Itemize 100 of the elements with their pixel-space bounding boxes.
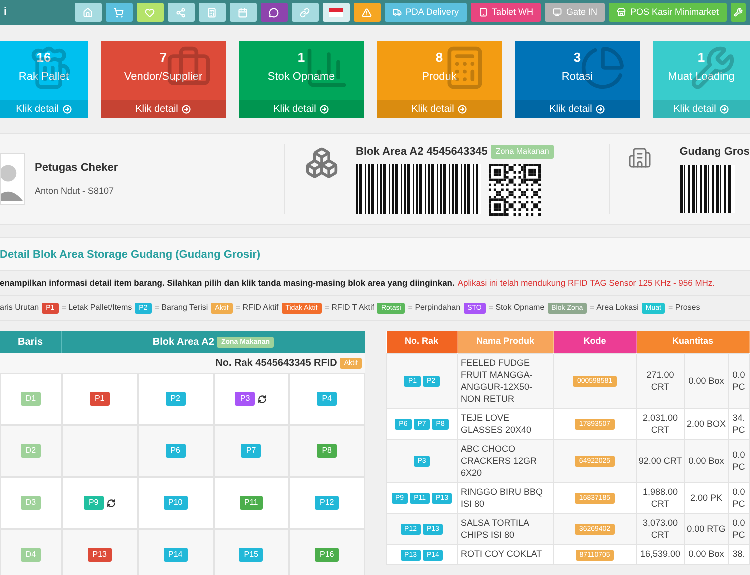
stat-value: 1 (298, 51, 306, 64)
block-title: Blok Area A2 (152, 336, 214, 350)
monitor-icon (553, 8, 562, 17)
product-name: FEELED FUDGE FRUIT MANGGA-ANGGUR-12X50-NON RETUR (458, 353, 554, 408)
toolbar-button[interactable]: PDA Delivery (384, 3, 467, 22)
grid-cell[interactable]: P11 (214, 477, 290, 529)
flag-button[interactable] (322, 3, 350, 22)
quantity-cell: 0.0 PC (728, 439, 750, 482)
stat-card[interactable]: 7 Vendor/Supplier Klik detail (101, 41, 226, 118)
zone-badge: Zona Makanan (490, 145, 554, 160)
description-text: enampilkan informasi detail item barang. Silahkan pilih dan klik tanda masing-masing blok area yang diinginkan. (0, 277, 455, 289)
link-button[interactable] (292, 3, 319, 22)
legend-text: = Proses (668, 302, 700, 314)
detail-link[interactable]: Klik detail (377, 100, 502, 118)
pallet-badge: P6 (166, 444, 186, 458)
grid-cell[interactable]: P13 (62, 529, 138, 575)
legend-text: = Perpindahan (408, 302, 461, 314)
grid-cell[interactable]: P1 (62, 373, 138, 425)
grid-cell[interactable]: P6 (138, 425, 214, 477)
officer-name: Anton Ndut - S8107 (35, 184, 116, 198)
stat-label: Stok Opname (268, 72, 336, 83)
grid-cell[interactable]: P16 (289, 529, 365, 575)
block-title: Blok Area A2 4545643345 (356, 145, 488, 160)
pallet-badge: P8 (317, 444, 338, 458)
quantity-cell: 1,988.00 CRT (636, 482, 684, 513)
notice-text: Aplikasi ini telah mendukung RFID TAG Sensor 125 KHz - 956 MHz. (458, 277, 716, 289)
grid-cell[interactable]: P15 (214, 529, 290, 575)
stat-card[interactable]: 3 Rotasi Klik detail (515, 41, 640, 118)
quantity-cell: 0.0 PC (728, 513, 750, 544)
row-header: Baris (0, 331, 62, 353)
tablet-icon (478, 8, 488, 17)
pallet-badge: P15 (239, 548, 264, 562)
toolbar-button[interactable]: POS Kasir Minimarket (609, 3, 727, 22)
chat-button[interactable] (260, 3, 288, 22)
toolbar-button[interactable]: Tablet WH (470, 3, 542, 22)
calculator-icon (207, 8, 218, 18)
pallet-badge: P14 (164, 548, 188, 562)
heart-icon (145, 8, 156, 18)
detail-link[interactable]: Klik detail (653, 100, 750, 118)
grid-cell[interactable]: P3 (214, 373, 290, 425)
truck-icon (392, 8, 402, 17)
column-header: No. Rak (386, 331, 458, 353)
detail-link[interactable]: Klik detail (0, 100, 88, 118)
quantity-cell: 0.0 PC (728, 482, 750, 513)
grid-cell[interactable]: P7 (214, 425, 290, 477)
building-icon (628, 146, 652, 170)
pallet-badge: P3 (235, 392, 256, 406)
pallet-badge: P13 (88, 548, 112, 562)
grid-cell[interactable]: P14 (138, 529, 214, 575)
quantity-cell: 2.00 BOX (684, 408, 728, 439)
home-button[interactable] (74, 3, 102, 22)
share-icon (176, 8, 186, 18)
pallet-badge: P4 (317, 392, 338, 406)
detail-link[interactable]: Klik detail (239, 100, 364, 118)
grid-cell[interactable]: P9 (62, 477, 138, 529)
detail-link[interactable]: Klik detail (101, 100, 226, 118)
calendar-button[interactable] (230, 3, 257, 22)
warning-button[interactable] (354, 3, 381, 22)
pallet-badge: P2 (166, 392, 186, 406)
flag-icon (329, 8, 344, 17)
quantity-cell: 0.00 Box (684, 353, 728, 408)
warning-icon (362, 8, 372, 18)
grid-cell[interactable]: P2 (138, 373, 214, 425)
quantity-cell: 0.00 RTG (684, 513, 728, 544)
product-name: SALSA TORTILA CHIPS ISI 80 (458, 513, 554, 544)
stat-card[interactable]: 1 Muat Loading Klik detail (653, 41, 750, 118)
calendar-icon (238, 8, 248, 18)
stat-card[interactable]: 8 Produk Klik detail (377, 41, 502, 118)
quantity-cell: 271.00 CRT (636, 353, 684, 408)
cart-button[interactable] (106, 3, 133, 22)
quantity-cell: 38. (728, 544, 750, 564)
stat-value: 1 (698, 51, 706, 64)
pallet-badge: P11 (240, 496, 264, 510)
chat-icon (269, 8, 280, 18)
quantity-cell: 16,539.00 (636, 544, 684, 564)
detail-link[interactable]: Klik detail (515, 100, 640, 118)
legend-text: = RFID Aktif (236, 302, 279, 314)
toolbar-button[interactable]: Gate IN (545, 3, 606, 22)
boxes-icon (305, 146, 340, 180)
calculator-button[interactable] (198, 3, 226, 22)
stat-value: 16 (36, 51, 52, 64)
grid-cell[interactable]: P4 (289, 373, 365, 425)
heart-button[interactable] (136, 3, 164, 22)
legend-text: = Stok Opname (488, 302, 545, 314)
stat-value: 3 (574, 51, 582, 64)
grid-cell[interactable]: P10 (138, 477, 214, 529)
share-button[interactable] (168, 3, 195, 22)
stat-value: 8 (436, 51, 444, 64)
grid-cell[interactable] (62, 425, 138, 477)
pallet-badge: P1 (90, 392, 110, 406)
pallet-badge: P9 (84, 496, 104, 510)
grid-cell[interactable]: P8 (289, 425, 365, 477)
stat-label: Muat Loading (668, 72, 735, 83)
stat-card[interactable]: 16 Rak Pallet Klik detail (0, 41, 88, 118)
stat-card[interactable]: 1 Stok Opname Klik detail (239, 41, 364, 118)
qr-code (489, 164, 542, 216)
tools-button[interactable] (731, 3, 746, 22)
quantity-cell: 92.00 CRT (636, 439, 684, 482)
grid-cell[interactable]: P12 (289, 477, 365, 529)
column-header: Kuantitas (636, 331, 750, 353)
